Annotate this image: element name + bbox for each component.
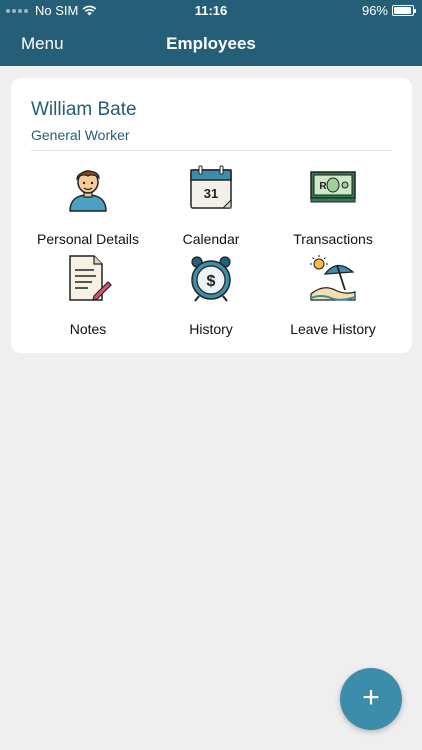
calendar-day-text: 31 (204, 186, 218, 201)
tile-label: Calendar (182, 231, 240, 247)
tile-transactions[interactable]: R Transactions (268, 164, 398, 247)
status-bar: No SIM 11:16 96% (0, 0, 422, 22)
tile-label: Personal Details (37, 231, 139, 247)
tile-label: History (189, 321, 233, 337)
calendar-icon: 31 (190, 165, 232, 209)
employee-role: General Worker (31, 127, 130, 143)
tile-label: Transactions (293, 231, 373, 247)
tile-label: Leave History (290, 321, 376, 337)
currency-text: R (319, 181, 327, 192)
svg-text:$: $ (207, 273, 216, 290)
battery-percent: 96% (361, 3, 388, 18)
tile-calendar[interactable]: 31 Calendar (146, 164, 276, 247)
status-time: 11:16 (194, 3, 228, 18)
add-employee-button[interactable]: + (340, 668, 402, 730)
person-icon (69, 170, 107, 212)
divider (31, 150, 392, 151)
notes-icon (69, 255, 112, 301)
nav-bar: Menu Employees (0, 22, 422, 66)
tile-label: Notes (69, 321, 107, 337)
page-title: Employees (166, 34, 256, 53)
money-icon: R (310, 171, 356, 203)
top-bar: No SIM 11:16 96% Menu Employees (0, 0, 422, 66)
tile-history[interactable]: $ History (146, 254, 276, 337)
employee-card: William Bate General Worker Personal Det… (11, 78, 412, 353)
employee-name: William Bate (31, 99, 137, 120)
clock-money-icon: $ (191, 256, 231, 302)
battery-icon (392, 5, 416, 16)
tile-personal-details[interactable]: Personal Details (23, 164, 153, 247)
beach-icon (310, 255, 356, 301)
tile-leave-history[interactable]: Leave History (268, 254, 398, 337)
tile-notes[interactable]: Notes (23, 254, 153, 337)
